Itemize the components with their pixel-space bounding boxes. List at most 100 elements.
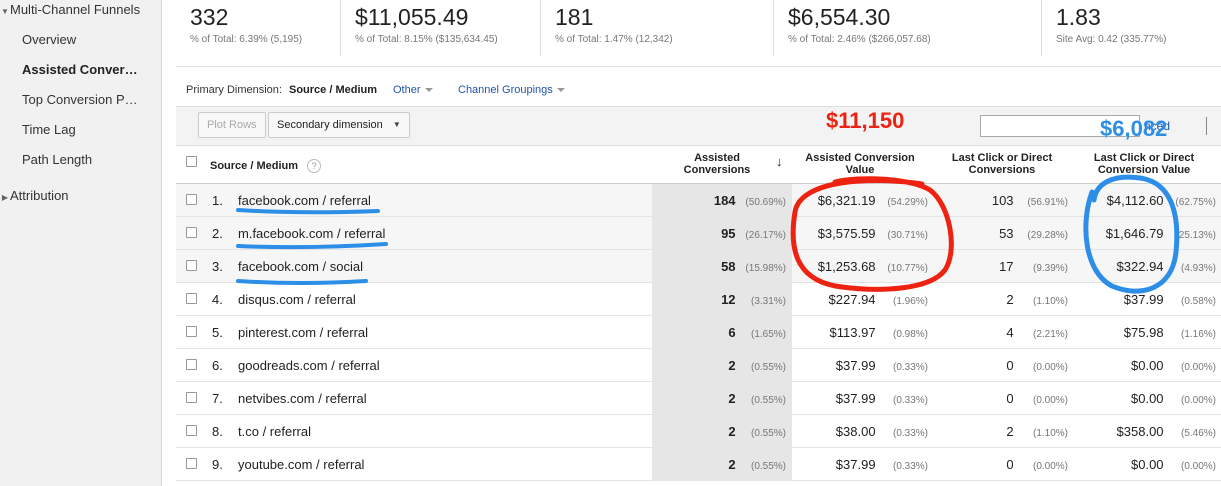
sidebar-item-path-length[interactable]: Path Length <box>22 152 92 167</box>
table-row[interactable]: 1. facebook.com / referral 184 (50.69%) $6,… <box>176 184 1221 217</box>
row-checkbox[interactable] <box>186 458 197 469</box>
assisted-conversions-cell: 6 (1.65%) <box>728 325 786 340</box>
summary-pct: 8.15% <box>404 34 433 45</box>
primary-dimension-bar: Primary Dimension: Source / Medium Other… <box>176 66 1221 106</box>
assisted-conversions-cell: 184 (50.69%) <box>713 193 786 208</box>
table-row[interactable]: 4. disqus.com / referral 12 (3.31%) $227.94… <box>176 283 1221 316</box>
row-checkbox[interactable] <box>186 326 197 337</box>
last-click-conversions-cell: 53 (29.28%) <box>999 226 1068 241</box>
row-index: 7. <box>212 391 223 406</box>
expanded-triangle-icon: ▼ <box>1 7 9 16</box>
sidebar-section-multi-channel-funnels[interactable]: ▼Multi-Channel Funnels <box>0 2 140 17</box>
row-checkbox[interactable] <box>186 194 197 205</box>
assisted-conversion-value-cell: $227.94 (1.96%) <box>828 292 928 307</box>
row-checkbox[interactable] <box>186 293 197 304</box>
row-index: 9. <box>212 457 223 472</box>
source-medium-link[interactable]: m.facebook.com / referral <box>238 217 385 250</box>
table-row[interactable]: 7. netvibes.com / referral 2 (0.55%) $37.99… <box>176 382 1221 415</box>
annotation-blue-total: $6,082 <box>1100 116 1168 141</box>
summary-prefix: % of Total: <box>355 34 402 45</box>
primary-dimension-label: Primary Dimension: <box>186 84 282 96</box>
assisted-conversion-value-cell: $37.99 (0.33%) <box>835 391 928 406</box>
last-click-conversion-value-cell: $0.00 (0.00%) <box>1131 391 1216 406</box>
header-assisted-conversion-value[interactable]: Assisted Conversion Value <box>796 152 924 176</box>
table-row[interactable]: 9. youtube.com / referral 2 (0.55%) $37.99 … <box>176 448 1221 481</box>
source-medium-link[interactable]: disqus.com / referral <box>238 283 356 316</box>
last-click-conversion-value-cell: $1,646.79 (25.13%) <box>1105 226 1216 241</box>
assisted-conversions-cell: 2 (0.55%) <box>728 457 786 472</box>
source-medium-link[interactable]: youtube.com / referral <box>238 448 364 481</box>
header-source-medium[interactable]: Source / Medium ? <box>210 159 322 173</box>
sidebar-item-overview[interactable]: Overview <box>22 32 76 47</box>
last-click-conversions-cell: 2 (1.10%) <box>1006 424 1068 439</box>
sidebar-section-attribution[interactable]: ▶ Attribution <box>0 188 69 203</box>
table-row[interactable]: 3. facebook.com / social 58 (15.98%) $1,253… <box>176 250 1221 283</box>
row-checkbox[interactable] <box>186 425 197 436</box>
row-checkbox[interactable] <box>186 392 197 403</box>
row-index: 5. <box>212 325 223 340</box>
select-all-checkbox[interactable] <box>186 156 197 167</box>
last-click-conversions-cell: 103 (56.91%) <box>991 193 1068 208</box>
header-last-click-conversions[interactable]: Last Click or Direct Conversions <box>940 152 1064 176</box>
summary-pct: 2.46% <box>837 34 866 45</box>
table-row[interactable]: 8. t.co / referral 2 (0.55%) $38.00 (0.33%)… <box>176 415 1221 448</box>
last-click-conversions-cell: 0 (0.00%) <box>1006 391 1068 406</box>
source-medium-link[interactable]: netvibes.com / referral <box>238 382 367 415</box>
summary-prefix: % of Total: <box>190 34 237 45</box>
table-header: Source / Medium ? Assisted Conversions ↓… <box>176 146 1221 184</box>
secondary-dimension-dropdown[interactable]: Secondary dimension ▼ <box>268 112 410 138</box>
sidebar-item-assisted-conversions[interactable]: Assisted Conver… <box>22 62 138 77</box>
assisted-conversion-value-cell: $38.00 (0.33%) <box>835 424 928 439</box>
summary-value: $6,554.30 <box>788 4 891 30</box>
plot-rows-button[interactable]: Plot Rows <box>198 112 266 138</box>
help-icon[interactable]: ? <box>307 159 322 173</box>
source-medium-link[interactable]: pinterest.com / referral <box>238 316 368 349</box>
caret-down-icon <box>424 88 433 93</box>
sidebar-item-time-lag[interactable]: Time Lag <box>22 122 76 137</box>
last-click-conversions-cell: 0 (0.00%) <box>1006 358 1068 373</box>
table-toolbar: Plot Rows Secondary dimension ▼ nced <box>176 106 1221 146</box>
table-row[interactable]: 5. pinterest.com / referral 6 (1.65%) $113.… <box>176 316 1221 349</box>
sidebar: ▼Multi-Channel Funnels Overview Assisted… <box>0 0 162 486</box>
assisted-conversions-cell: 2 (0.55%) <box>728 391 786 406</box>
row-checkbox[interactable] <box>186 227 197 238</box>
assisted-conversions-cell: 2 (0.55%) <box>728 424 786 439</box>
source-medium-link[interactable]: goodreads.com / referral <box>238 349 380 382</box>
source-medium-link[interactable]: facebook.com / social <box>238 250 363 283</box>
dimension-channel-groupings-dropdown[interactable]: Channel Groupings <box>458 84 565 96</box>
table-row[interactable]: 2. m.facebook.com / referral 95 (26.17%) $3… <box>176 217 1221 250</box>
row-checkbox[interactable] <box>186 359 197 370</box>
sort-descending-arrow-icon: ↓ <box>776 154 783 169</box>
summary-pct: 0.42 <box>1098 34 1118 45</box>
row-index: 8. <box>212 424 223 439</box>
source-medium-link[interactable]: t.co / referral <box>238 415 311 448</box>
header-assisted-conversions[interactable]: Assisted Conversions <box>672 152 762 176</box>
last-click-conversions-cell: 2 (1.10%) <box>1006 292 1068 307</box>
dropdown-arrow-icon: ▼ <box>392 120 401 129</box>
last-click-conversion-value-cell: $4,112.60 (62.75%) <box>1106 193 1216 208</box>
assisted-conversion-value-cell: $113.97 (0.98%) <box>829 325 928 340</box>
annotation-red-total: $11,150 <box>826 108 905 133</box>
caret-down-icon <box>556 88 565 93</box>
assisted-conversion-value-cell: $6,321.19 (54.29%) <box>817 193 928 208</box>
source-medium-link[interactable]: facebook.com / referral <box>238 184 371 217</box>
row-checkbox[interactable] <box>186 260 197 271</box>
header-last-click-conversion-value[interactable]: Last Click or Direct Conversion Value <box>1082 152 1206 176</box>
summary-prefix: % of Total: <box>555 34 602 45</box>
dimension-source-medium[interactable]: Source / Medium <box>289 84 377 96</box>
dimension-other-dropdown[interactable]: Other <box>393 84 433 96</box>
last-click-conversion-value-cell: $322.94 (4.93%) <box>1116 259 1216 274</box>
last-click-conversion-value-cell: $37.99 (0.58%) <box>1123 292 1216 307</box>
table-row[interactable]: 6. goodreads.com / referral 2 (0.55%) $37.9… <box>176 349 1221 382</box>
assisted-conversions-cell: 2 (0.55%) <box>728 358 786 373</box>
summary-value: 332 <box>190 4 229 30</box>
assisted-conversions-cell: 95 (26.17%) <box>721 226 786 241</box>
summary-rest: ($266,057.68) <box>868 34 931 45</box>
summary-assisted-conversions: 332 % of Total: 6.39% (5,195) <box>176 0 340 56</box>
summary-pct: 6.39% <box>239 34 268 45</box>
row-index: 6. <box>212 358 223 373</box>
assisted-conversions-cell: 58 (15.98%) <box>721 259 786 274</box>
toolbar-divider <box>1206 117 1207 135</box>
sidebar-item-top-conversion-paths[interactable]: Top Conversion P… <box>22 92 138 107</box>
last-click-conversions-cell: 4 (2.21%) <box>1006 325 1068 340</box>
